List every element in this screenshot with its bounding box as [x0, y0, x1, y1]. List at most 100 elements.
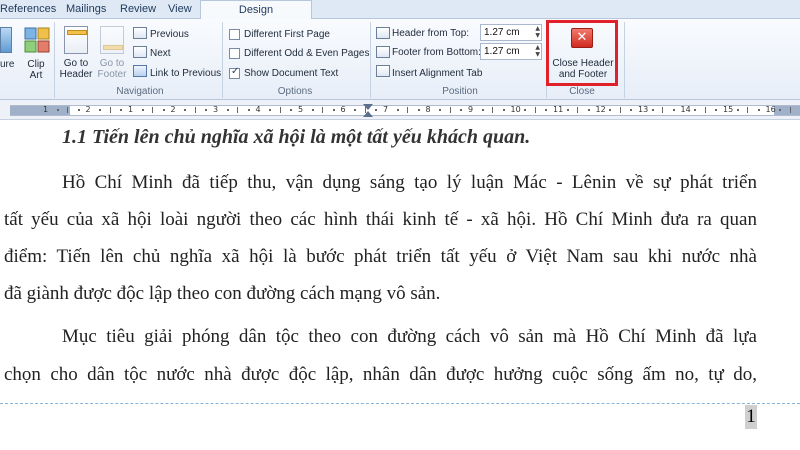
different-first-page-checkbox[interactable] — [229, 29, 240, 40]
ruler-tick — [439, 109, 442, 111]
header-band-icon — [67, 30, 87, 35]
ruler-number: 11 — [553, 105, 564, 114]
ruler-tick — [481, 109, 484, 111]
ruler-tick — [524, 109, 527, 111]
tab-mailings[interactable]: Mailings — [66, 3, 106, 15]
ruler-tick — [354, 109, 357, 111]
page-number[interactable]: 1 — [745, 405, 757, 429]
ruler-tick — [630, 109, 633, 111]
tab-references[interactable]: References — [0, 3, 56, 15]
close-icon[interactable]: ✕ — [571, 28, 593, 48]
ruler-number: 9 — [468, 105, 474, 114]
position-group-label: Position — [442, 86, 478, 97]
paragraph1-line: tất yếu của xã hội loài người theo các h… — [4, 209, 757, 230]
different-odd-even-label[interactable]: Different Odd & Even Pages — [244, 48, 369, 59]
ruler-number: 14 — [680, 105, 691, 114]
clip-art-icon — [24, 27, 50, 53]
next-button[interactable]: Next — [150, 48, 171, 59]
insert-alignment-tab-button[interactable]: Insert Alignment Tab — [392, 68, 482, 79]
first-line-indent-marker[interactable] — [363, 104, 373, 110]
ruler-tick — [747, 107, 749, 113]
ruler-number: 5 — [298, 105, 304, 114]
ruler-number: 4 — [255, 105, 261, 114]
clip-art-button[interactable] — [24, 27, 50, 53]
different-odd-even-checkbox[interactable] — [229, 48, 240, 59]
ruler-tick — [715, 109, 718, 111]
different-first-page-label[interactable]: Different First Page — [244, 29, 330, 40]
header-from-top-input[interactable]: 1.27 cm ▲ ▼ — [480, 24, 542, 41]
ruler-tick — [736, 109, 739, 111]
paragraph2-line: Mục tiêu giải phóng dân tộc theo con đườ… — [62, 326, 757, 347]
ruler-tick — [577, 107, 579, 113]
close-header-footer-button[interactable]: Close Header and Footer — [550, 58, 616, 80]
ruler-number: 13 — [638, 105, 649, 114]
ruler-number: 2 — [85, 105, 91, 114]
show-document-text-label[interactable]: Show Document Text — [244, 68, 338, 79]
ruler-tick — [226, 109, 229, 111]
ruler-tick — [417, 109, 420, 111]
ruler-tick — [332, 109, 335, 111]
ruler-tick — [67, 107, 69, 113]
go-to-header-button[interactable] — [64, 26, 88, 54]
ruler-tick — [205, 109, 208, 111]
footer-from-bottom-input[interactable]: 1.27 cm ▲ ▼ — [480, 43, 542, 60]
spinner-arrows-icon[interactable]: ▲ ▼ — [535, 44, 540, 58]
spinner-arrows-icon[interactable]: ▲ ▼ — [535, 25, 540, 39]
footer-from-bottom-value: 1.27 cm — [484, 46, 520, 57]
ribbon-tab-strip: References Mailings Review View Design — [0, 0, 800, 20]
group-separator — [222, 22, 223, 98]
show-document-text-checkbox[interactable] — [229, 66, 240, 79]
go-to-header-label[interactable]: Go to Header — [58, 58, 94, 80]
picture-icon[interactable] — [0, 27, 12, 53]
tab-design[interactable]: Design — [200, 0, 312, 20]
ruler-tick — [407, 107, 409, 113]
ruler-tick — [779, 109, 782, 111]
tab-view[interactable]: View — [168, 3, 192, 15]
ruler-tick — [247, 109, 250, 111]
next-icon — [133, 46, 147, 58]
link-to-previous-icon — [133, 65, 147, 77]
footer-from-bottom-label: Footer from Bottom: — [392, 47, 481, 58]
navigation-group-label: Navigation — [116, 86, 164, 97]
header-from-top-icon — [376, 27, 390, 39]
ruler-tick — [672, 109, 675, 111]
ruler-tick — [492, 107, 494, 113]
header-from-top-label: Header from Top: — [392, 28, 470, 39]
ruler-tick — [141, 109, 144, 111]
ruler-tick — [449, 107, 451, 113]
ruler-tick — [109, 107, 111, 113]
ruler-tick — [184, 109, 187, 111]
ruler-tick — [396, 109, 399, 111]
ruler-right-margin — [774, 106, 800, 115]
group-separator — [370, 22, 371, 98]
ruler-tick — [194, 107, 196, 113]
link-to-previous-button[interactable]: Link to Previous — [150, 68, 221, 79]
ruler-tick — [120, 109, 123, 111]
options-group-label: Options — [277, 86, 313, 97]
ruler-tick — [502, 109, 505, 111]
go-to-footer-button[interactable] — [100, 26, 124, 54]
horizontal-ruler[interactable]: 121234567891011121314151617 — [0, 100, 800, 120]
header-from-top-value: 1.27 cm — [484, 27, 520, 38]
ruler-tick — [619, 107, 621, 113]
ruler-tick — [757, 109, 760, 111]
picture-label[interactable]: ure — [0, 59, 14, 70]
ruler-tick — [694, 109, 697, 111]
footer-boundary — [0, 403, 800, 404]
tab-review[interactable]: Review — [120, 3, 156, 15]
ruler-tick — [152, 107, 154, 113]
ruler-number: 2 — [170, 105, 176, 114]
footer-band-icon — [103, 45, 123, 50]
ruler-tick — [662, 107, 664, 113]
hanging-indent-marker[interactable] — [363, 111, 373, 117]
group-separator — [624, 22, 625, 98]
paragraph1-line: Hồ Chí Minh đã tiếp thu, vận dụng sáng t… — [62, 172, 757, 193]
ruler-tick — [269, 109, 272, 111]
go-to-footer-label[interactable]: Go to Footer — [94, 58, 130, 80]
ruler-tick — [279, 107, 281, 113]
footer-from-bottom-icon — [376, 46, 390, 58]
ruler-tick — [587, 109, 590, 111]
clip-art-label[interactable]: Clip Art — [22, 59, 50, 81]
ruler-number: 16 — [765, 105, 776, 114]
previous-button[interactable]: Previous — [150, 29, 189, 40]
